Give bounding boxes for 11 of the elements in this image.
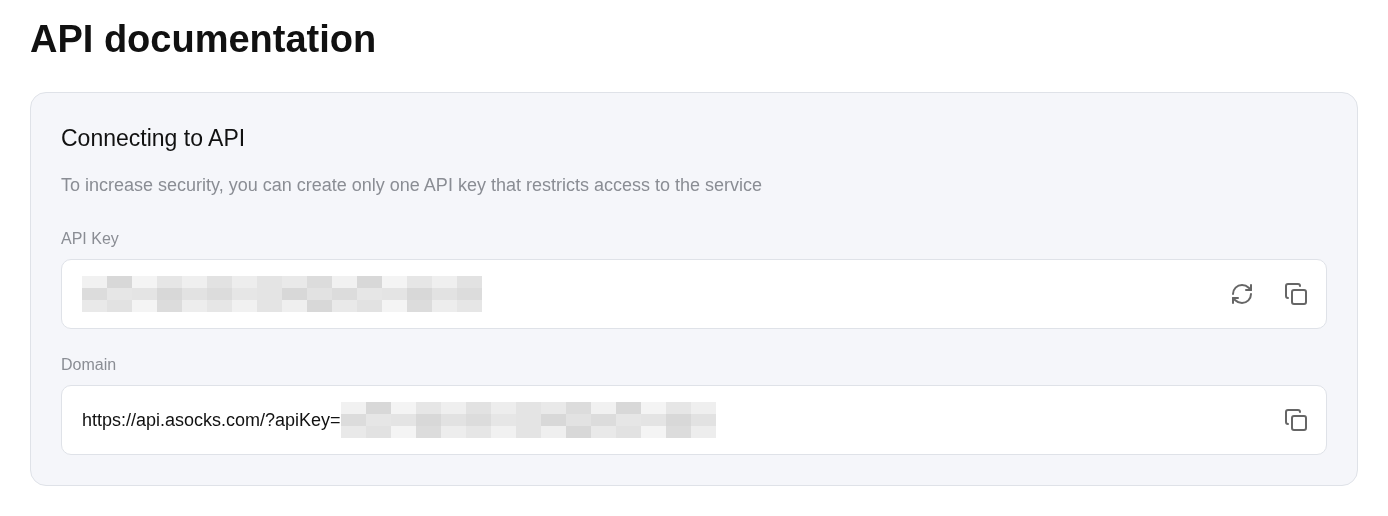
input-field[interactable] [61, 259, 1327, 329]
copy-icon [1284, 408, 1308, 432]
refresh-icon [1230, 282, 1254, 306]
field-label: Domain [61, 355, 117, 375]
input-field[interactable]: https://api.asocks.com/?apiKey= [61, 385, 1327, 455]
page-title: API documentation [30, 17, 378, 62]
card-title: Connecting to API [61, 124, 247, 153]
card-description: To increase security, you can create only one API key that restricts access to the service [61, 174, 763, 197]
field-value: https://api.asocks.com/?apiKey= [82, 409, 341, 431]
field-label: API Key [61, 229, 119, 249]
copy-icon [1284, 282, 1308, 306]
